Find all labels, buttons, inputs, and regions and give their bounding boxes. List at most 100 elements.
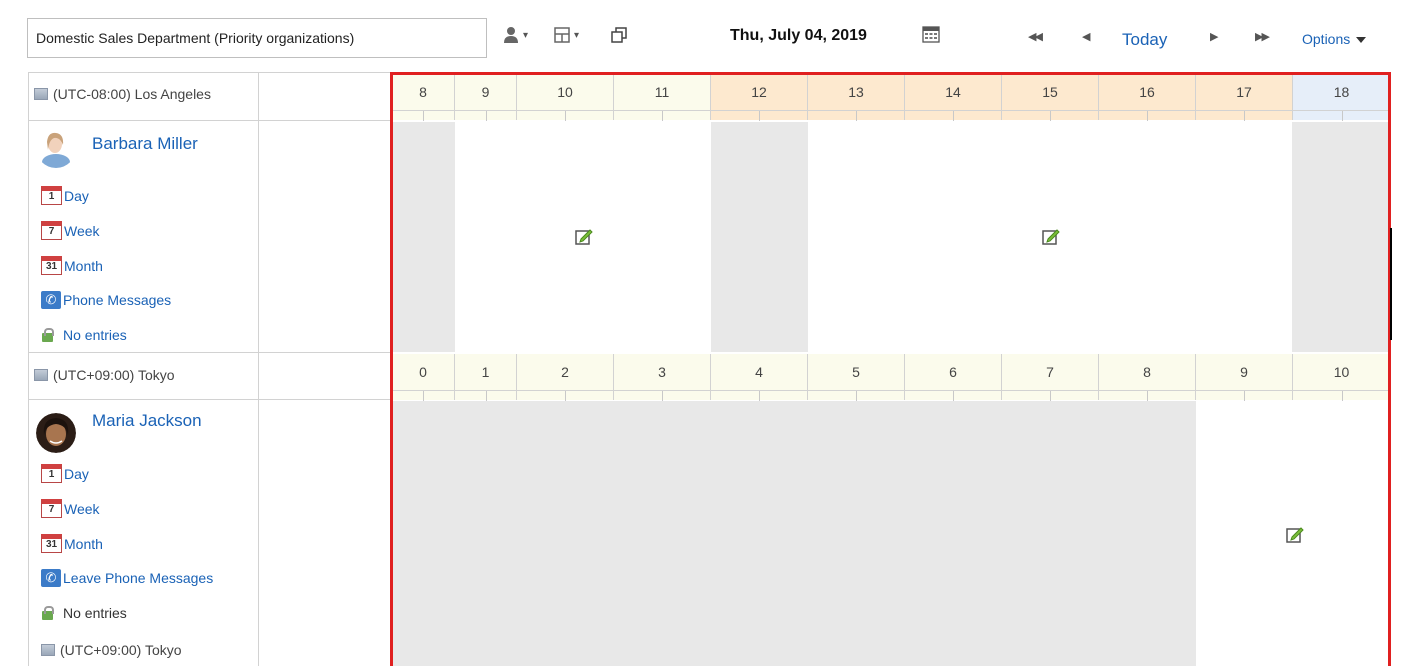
lock-icon: [41, 605, 61, 621]
day-link[interactable]: 1 Day: [41, 464, 89, 483]
no-entries-link[interactable]: No entries: [41, 327, 127, 343]
hour-cell: 11: [614, 74, 711, 121]
user-select-icon[interactable]: ▾: [502, 22, 528, 48]
no-entries-text: No entries: [41, 605, 127, 621]
hour-cell: 17: [1196, 74, 1293, 121]
add-schedule-icon[interactable]: [1041, 227, 1061, 247]
hour-label: 8: [1143, 364, 1151, 380]
hour-label: 18: [1333, 84, 1350, 100]
week-link[interactable]: 7 Week: [41, 221, 100, 240]
hour-cell: 16: [1099, 74, 1196, 121]
hour-cell: 0: [392, 354, 455, 401]
link-label: No entries: [63, 605, 127, 621]
open-window-icon[interactable]: [610, 22, 628, 48]
link-label: Week: [64, 500, 100, 517]
timezone-label-la: (UTC-08:00) Los Angeles: [34, 86, 211, 102]
week-link[interactable]: 7 Week: [41, 499, 100, 518]
timezone-icon: [41, 644, 55, 656]
hour-header-la: 8 9 10 11 12 13 14 15 16 17 18: [392, 74, 1390, 121]
next-icon[interactable]: ▶: [1210, 30, 1219, 43]
schedule-slot-off: [1292, 122, 1388, 352]
hour-cell: 12: [711, 74, 808, 121]
divider: [28, 352, 392, 353]
leave-phone-messages-link[interactable]: ✆ Leave Phone Messages: [41, 569, 213, 587]
hour-cell: 3: [614, 354, 711, 401]
link-label: Day: [64, 187, 89, 204]
timezone-text: (UTC+09:00) Tokyo: [60, 642, 182, 658]
phone-messages-link[interactable]: ✆ Phone Messages: [41, 291, 171, 309]
add-schedule-icon[interactable]: [574, 227, 594, 247]
day-calendar-icon: 1: [41, 464, 62, 483]
user-name[interactable]: Barbara Miller: [92, 134, 198, 154]
hour-cell: 8: [1099, 354, 1196, 401]
month-calendar-icon: 31: [41, 256, 62, 275]
hour-cell: 18: [1293, 74, 1390, 121]
current-date: Thu, July 04, 2019: [730, 27, 867, 44]
hour-cell: 4: [711, 354, 808, 401]
link-label: Month: [64, 535, 103, 552]
hour-label: 12: [751, 84, 767, 100]
link-label: Week: [64, 222, 100, 239]
day-link[interactable]: 1 Day: [41, 186, 89, 205]
hour-cell: 10: [517, 74, 614, 121]
hour-cell: 13: [808, 74, 905, 121]
hour-label: 3: [658, 364, 666, 380]
schedule-slot-off: [711, 122, 808, 352]
scrollbar[interactable]: [1390, 228, 1392, 340]
hour-label: 16: [1139, 84, 1155, 100]
link-label: Phone Messages: [63, 292, 172, 308]
lock-icon: [41, 327, 61, 343]
group-select[interactable]: Domestic Sales Department (Priority orga…: [27, 18, 487, 58]
divider: [258, 72, 259, 666]
user-name[interactable]: Maria Jackson: [92, 411, 202, 431]
hour-cell: 2: [517, 354, 614, 401]
hour-cell: 9: [455, 74, 517, 121]
hour-cell: 5: [808, 354, 905, 401]
hour-label: 15: [1042, 84, 1058, 100]
add-schedule-icon[interactable]: [1285, 525, 1305, 545]
hour-label: 10: [1333, 364, 1350, 380]
hour-label: 11: [654, 84, 670, 100]
avatar: [36, 128, 76, 168]
timezone-text: (UTC-08:00) Los Angeles: [53, 86, 211, 102]
hour-cell: 6: [905, 354, 1002, 401]
calendar-icon[interactable]: [922, 25, 940, 43]
divider: [28, 120, 392, 121]
hour-cell: 8: [392, 74, 455, 121]
link-label: Month: [64, 257, 103, 274]
week-calendar-icon: 7: [41, 221, 62, 240]
schedule-slot-off: [393, 401, 1196, 666]
hour-label: 9: [481, 84, 490, 100]
avatar: [36, 413, 76, 453]
chevron-down-icon: [1356, 37, 1367, 44]
day-calendar-icon: 1: [41, 186, 62, 205]
hour-label: 0: [419, 364, 427, 380]
first-icon[interactable]: ◀◀: [1028, 30, 1043, 43]
toolbar: Domestic Sales Department (Priority orga…: [0, 0, 1408, 72]
hour-label: 1: [481, 364, 490, 380]
layout-select-icon[interactable]: ▾: [553, 22, 579, 48]
hour-label: 17: [1236, 84, 1252, 100]
prev-icon[interactable]: ◀: [1082, 30, 1091, 43]
hour-cell: 1: [455, 354, 517, 401]
today-button[interactable]: Today: [1122, 30, 1167, 50]
hour-label: 7: [1046, 364, 1054, 380]
timezone-icon: [34, 88, 48, 100]
options-menu[interactable]: Options: [1302, 31, 1367, 47]
hour-label: 9: [1240, 364, 1248, 380]
link-label: Leave Phone Messages: [63, 570, 214, 586]
week-calendar-icon: 7: [41, 499, 62, 518]
timezone-label-tokyo: (UTC+09:00) Tokyo: [34, 367, 175, 383]
hour-cell: 9: [1196, 354, 1293, 401]
hour-cell: 7: [1002, 354, 1099, 401]
hour-label: 6: [949, 364, 957, 380]
timezone-icon: [34, 369, 48, 381]
month-link[interactable]: 31 Month: [41, 256, 103, 275]
month-link[interactable]: 31 Month: [41, 534, 103, 553]
divider: [28, 72, 1390, 73]
last-icon[interactable]: ▶▶: [1255, 30, 1270, 43]
month-calendar-icon: 31: [41, 534, 62, 553]
options-label: Options: [1302, 31, 1351, 47]
phone-icon: ✆: [41, 569, 61, 587]
timezone-text: (UTC+09:00) Tokyo: [53, 367, 175, 383]
